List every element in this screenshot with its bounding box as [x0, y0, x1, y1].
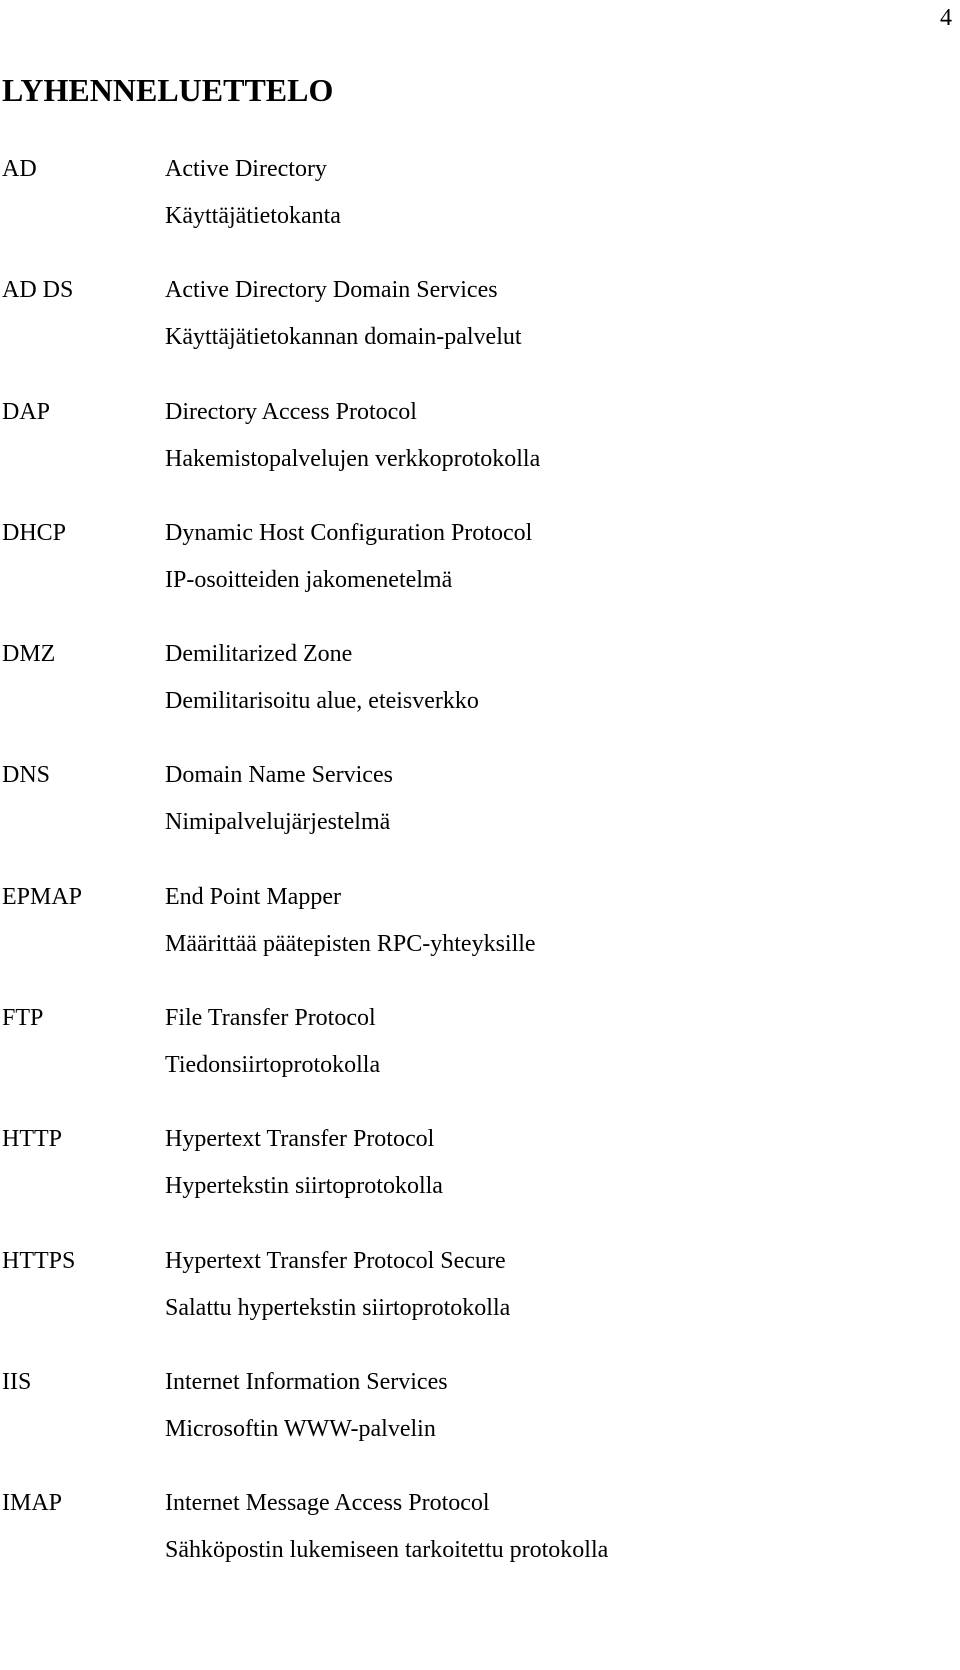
english-term: Internet Information Services [165, 1368, 448, 1395]
finnish-term: Microsoftin WWW-palvelin [165, 1415, 436, 1442]
english-term: End Point Mapper [165, 883, 341, 910]
definition: Domain Name Services Nimipalvelujärjeste… [165, 760, 393, 854]
finnish-term: Käyttäjätietokannan domain-palvelut [165, 324, 522, 351]
finnish-term: Nimipalvelujärjestelmä [165, 809, 391, 836]
list-item: DNS Domain Name Services Nimipalvelujärj… [0, 760, 960, 881]
list-item: IIS Internet Information Services Micros… [0, 1367, 960, 1488]
list-item: DMZ Demilitarized Zone Demilitarisoitu a… [0, 639, 960, 760]
definition: Internet Information Services Microsofti… [165, 1367, 448, 1461]
english-term: Active Directory [165, 156, 327, 182]
finnish-term: Määrittää päätepisten RPC-yhteyksille [165, 930, 536, 957]
list-item: EPMAP End Point Mapper Määrittää päätepi… [0, 882, 960, 1003]
english-term: Directory Access Protocol [165, 398, 417, 425]
english-term: Active Directory Domain Services [165, 277, 498, 304]
list-item: HTTPS Hypertext Transfer Protocol Secure… [0, 1246, 960, 1367]
list-item: IMAP Internet Message Access Protocol Sä… [0, 1488, 960, 1609]
definition: Internet Message Access Protocol Sähköpo… [165, 1488, 608, 1582]
abbreviation: AD DS [2, 277, 74, 304]
english-term: Internet Message Access Protocol [165, 1490, 490, 1517]
abbreviation: HTTPS [2, 1247, 76, 1274]
abbreviation: DNS [2, 762, 51, 789]
english-term: Demilitarized Zone [165, 641, 353, 668]
finnish-term: Tiedonsiirtoprotokolla [165, 1052, 381, 1079]
english-term: File Transfer Protocol [165, 1005, 376, 1032]
abbreviation-list: AD Active Directory Käyttäjätietokanta A… [0, 154, 960, 1610]
list-item: HTTP Hypertext Transfer Protocol Hyperte… [0, 1124, 960, 1245]
english-term: Domain Name Services [165, 762, 393, 789]
list-item: DHCP Dynamic Host Configuration Protocol… [0, 518, 960, 639]
finnish-term: Salattu hypertekstin siirtoprotokolla [165, 1294, 511, 1321]
abbreviation: IIS [2, 1368, 32, 1395]
abbreviation: DMZ [2, 641, 56, 668]
finnish-term: Hakemistopalvelujen verkkoprotokolla [165, 445, 541, 472]
english-term: Hypertext Transfer Protocol [165, 1126, 435, 1153]
definition: Active Directory Domain Services Käyttäj… [165, 275, 522, 369]
finnish-term: IP-osoitteiden jakomenetelmä [165, 566, 453, 593]
definition: Active Directory Käyttäjätietokanta [165, 154, 341, 248]
abbreviation: FTP [2, 1005, 44, 1032]
definition: File Transfer Protocol Tiedonsiirtoproto… [165, 1003, 380, 1097]
definition: Hypertext Transfer Protocol Hypertekstin… [165, 1124, 443, 1218]
finnish-term: Käyttäjätietokanta [165, 203, 341, 229]
abbreviation: IMAP [2, 1490, 63, 1517]
english-term: Hypertext Transfer Protocol Secure [165, 1247, 506, 1274]
definition: Demilitarized Zone Demilitarisoitu alue,… [165, 639, 479, 733]
page-number: 4 [940, 5, 952, 31]
finnish-term: Demilitarisoitu alue, eteisverkko [165, 688, 479, 715]
english-term: Dynamic Host Configuration Protocol [165, 519, 533, 546]
abbreviation: HTTP [2, 1126, 62, 1153]
list-item: AD DS Active Directory Domain Services K… [0, 275, 960, 396]
finnish-term: Sähköpostin lukemiseen tarkoitettu proto… [165, 1537, 609, 1564]
list-item: AD Active Directory Käyttäjätietokanta [0, 154, 960, 275]
list-item: DAP Directory Access Protocol Hakemistop… [0, 397, 960, 518]
finnish-term: Hypertekstin siirtoprotokolla [165, 1173, 443, 1200]
abbreviation: AD [2, 156, 37, 182]
definition: End Point Mapper Määrittää päätepisten R… [165, 882, 536, 976]
abbreviation: DAP [2, 398, 51, 425]
list-item: FTP File Transfer Protocol Tiedonsiirtop… [0, 1003, 960, 1124]
abbreviation: EPMAP [2, 883, 83, 910]
definition: Directory Access Protocol Hakemistopalve… [165, 397, 540, 491]
page-title: LYHENNELUETTELO [2, 72, 334, 108]
definition: Hypertext Transfer Protocol Secure Salat… [165, 1246, 510, 1340]
abbreviation: DHCP [2, 519, 67, 546]
definition: Dynamic Host Configuration Protocol IP-o… [165, 518, 532, 612]
